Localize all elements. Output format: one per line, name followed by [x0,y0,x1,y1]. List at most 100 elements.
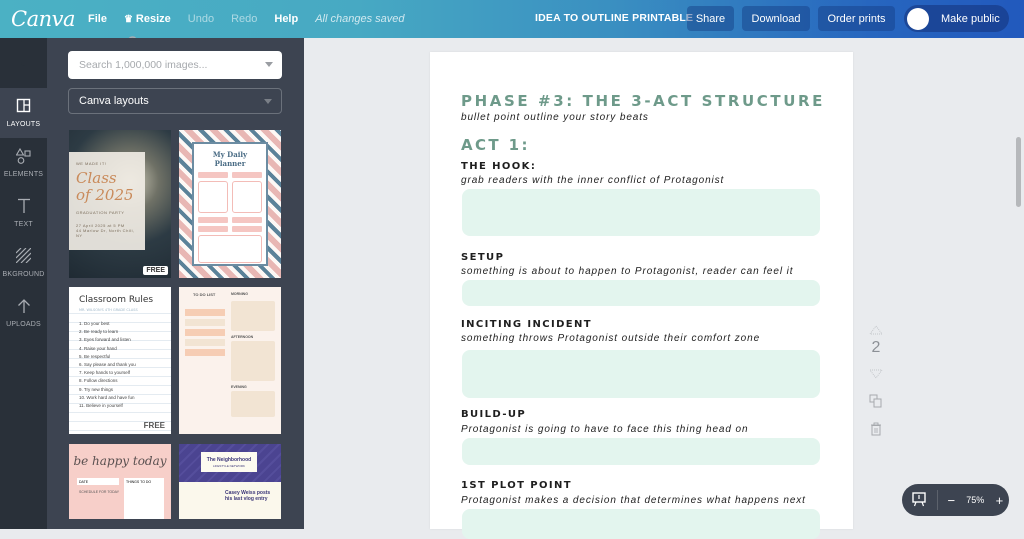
template-title: Classroom Rules [79,295,154,305]
template-text: WE MADE IT! [76,161,107,166]
canvas-scrollbar[interactable] [1016,137,1021,207]
help-menu[interactable]: Help [274,13,298,25]
move-page-down-button[interactable] [866,366,886,384]
duplicate-page-button[interactable] [866,394,886,413]
present-button[interactable] [902,491,937,510]
order-prints-button[interactable]: Order prints [818,6,895,31]
section-heading[interactable]: BUILD-UP [461,409,526,420]
section-prompt[interactable]: Protagonist makes a decision that determ… [461,495,806,506]
template-text: TO DO LIST [193,292,216,297]
resize-label: Resize [135,13,171,25]
template-be-happy-today[interactable]: be happy today DATE THINGS TO DO SCHEDUL… [69,444,171,519]
template-card: The Neighborhood LIFESTYLE NETWORK [201,452,257,472]
template-text: of 2025 [76,186,134,204]
rule-item: 8. Follow directions [79,378,118,384]
trash-icon [871,422,881,436]
template-text: AFTERNOON [231,335,254,339]
toggle-knob [907,7,929,30]
file-menu[interactable]: File [88,13,107,25]
crown-icon: ♛ [123,14,133,25]
rule-item: 3. Eyes forward and listen [79,337,131,343]
zoom-out-button[interactable]: − [942,493,961,508]
top-bar: Canva File ♛ Resize Undo Redo Help All ch… [0,0,1024,38]
save-status: All changes saved [315,13,405,25]
section-prompt[interactable]: something throws Protagonist outside the… [461,333,760,344]
redo-button[interactable]: Redo [231,13,257,25]
rail-item-elements[interactable]: ELEMENTS [0,138,47,188]
template-neighborhood-newsletter[interactable]: The Neighborhood LIFESTYLE NETWORK Casey… [179,444,281,519]
rule-item: 6. Say please and thank you [79,362,136,368]
document-title[interactable]: IDEA TO OUTLINE PRINTABLE [535,12,693,24]
layouts-panel: Search 1,000,000 images... Canva layouts… [47,38,304,529]
answer-box[interactable] [462,350,820,398]
move-page-up-button[interactable] [866,322,886,340]
layouts-icon [16,98,31,118]
rule-item: 7. Keep hands to yourself [79,370,131,376]
share-button[interactable]: Share [687,6,734,31]
delete-page-button[interactable] [866,422,886,441]
rule-item: 5. Be respectful [79,353,111,359]
template-text: EVENING [231,385,247,389]
zoom-control: − 75% + [902,484,1009,516]
answer-box[interactable] [462,438,820,465]
template-graduation-party[interactable]: WE MADE IT! Class of 2025 GRADUATION PAR… [69,130,171,278]
rule-item: 10. Work hard and have fun [79,394,135,400]
section-heading[interactable]: SETUP [461,252,504,263]
template-text: THINGS TO DO [124,478,164,519]
act-heading[interactable]: ACT 1: [461,136,530,154]
template-to-do-list[interactable]: TO DO LIST MORNING AFTERNOON EVENING [179,287,281,434]
design-page[interactable]: PHASE #3: THE 3-ACT STRUCTURE bullet poi… [430,52,853,539]
rule-item: 4. Raise your hand [79,345,117,351]
page-number: 2 [871,339,881,356]
upload-icon [17,298,31,318]
page-title[interactable]: PHASE #3: THE 3-ACT STRUCTURE [461,92,825,110]
zoom-in-button[interactable]: + [990,493,1009,508]
template-text: GRADUATION PARTY [76,210,125,215]
section-prompt[interactable]: something is about to happen to Protagon… [461,266,793,277]
divider [936,490,938,510]
shapes-icon [15,147,32,168]
rule-item: 2. Be ready to learn [79,329,119,335]
zoom-level[interactable]: 75% [961,495,990,505]
download-button[interactable]: Download [742,6,810,31]
rail-item-uploads[interactable]: UPLOADS [0,288,47,338]
template-text: 44 Marlow Dr, North Chili, NY [76,228,135,238]
layout-select-value: Canva layouts [79,95,149,107]
answer-box[interactable] [462,509,820,539]
copy-icon [869,394,882,408]
template-text: SCHEDULE FOR TODAY [79,490,120,494]
section-heading[interactable]: 1ST PLOT POINT [461,480,572,491]
template-card: WE MADE IT! Class of 2025 GRADUATION PAR… [69,152,145,250]
section-prompt[interactable]: grab readers with the inner conflict of … [461,175,724,186]
template-title: The Neighborhood [206,457,252,463]
chevron-down-icon[interactable] [265,62,273,67]
answer-box[interactable] [462,280,820,306]
template-column [185,309,225,359]
template-text: DATE [77,478,119,485]
rail-item-layouts[interactable]: LAYOUTS [0,88,47,138]
rule-item: 1. Do your best [79,321,110,326]
rail-item-text[interactable]: TEXT [0,188,47,238]
rule-item: 9. Try new things [79,386,114,392]
image-search-input[interactable]: Search 1,000,000 images... [68,51,282,79]
make-public-toggle[interactable]: Make public [904,5,1009,32]
rail-label: UPLOADS [6,321,41,328]
rule-item: 11. Believe in yourself [79,403,123,409]
page-subtitle[interactable]: bullet point outline your story beats [461,112,649,123]
rail-item-background[interactable]: BKGROUND [0,238,47,288]
template-daily-planner[interactable]: My Daily Planner [179,130,281,278]
undo-button[interactable]: Undo [188,13,214,25]
background-icon [15,247,32,268]
text-icon [17,198,31,218]
section-heading[interactable]: THE HOOK: [461,161,536,172]
template-text: LIFESTYLE NETWORK [212,464,245,468]
chevron-down-icon [264,99,272,104]
search-placeholder: Search 1,000,000 images... [79,59,208,71]
layout-source-select[interactable]: Canva layouts [68,88,282,114]
canva-logo[interactable]: Canva [11,7,76,31]
section-prompt[interactable]: Protagonist is going to have to face thi… [461,424,748,435]
resize-menu[interactable]: ♛ Resize [124,13,171,25]
answer-box[interactable] [462,189,820,236]
template-classroom-rules[interactable]: Classroom Rules MR. WILSON'S 4TH GRADE C… [69,287,171,434]
section-heading[interactable]: INCITING INCIDENT [461,319,592,330]
